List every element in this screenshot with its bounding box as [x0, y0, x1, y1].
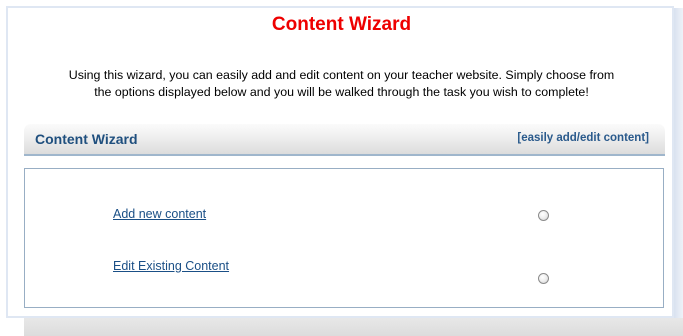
section-header: Content Wizard [easily add/edit content]	[24, 124, 665, 156]
edit-existing-content-radio[interactable]	[538, 273, 549, 284]
page-bottom-shadow	[24, 316, 683, 336]
section-title: Content Wizard	[35, 131, 138, 147]
section-subtitle: [easily add/edit content]	[517, 132, 649, 144]
page-title: Content Wizard	[271, 14, 412, 35]
add-new-content-link[interactable]: Add new content	[113, 207, 206, 221]
intro-line-2: the options displayed below and you will…	[94, 85, 589, 99]
page-right-shadow	[674, 8, 683, 318]
intro-text: Using this wizard, you can easily add an…	[20, 67, 663, 101]
intro-line-1: Using this wizard, you can easily add an…	[68, 68, 615, 82]
edit-existing-content-link[interactable]: Edit Existing Content	[113, 259, 229, 273]
options-panel: Add new content Edit Existing Content	[24, 168, 664, 308]
add-new-content-radio[interactable]	[538, 210, 549, 221]
